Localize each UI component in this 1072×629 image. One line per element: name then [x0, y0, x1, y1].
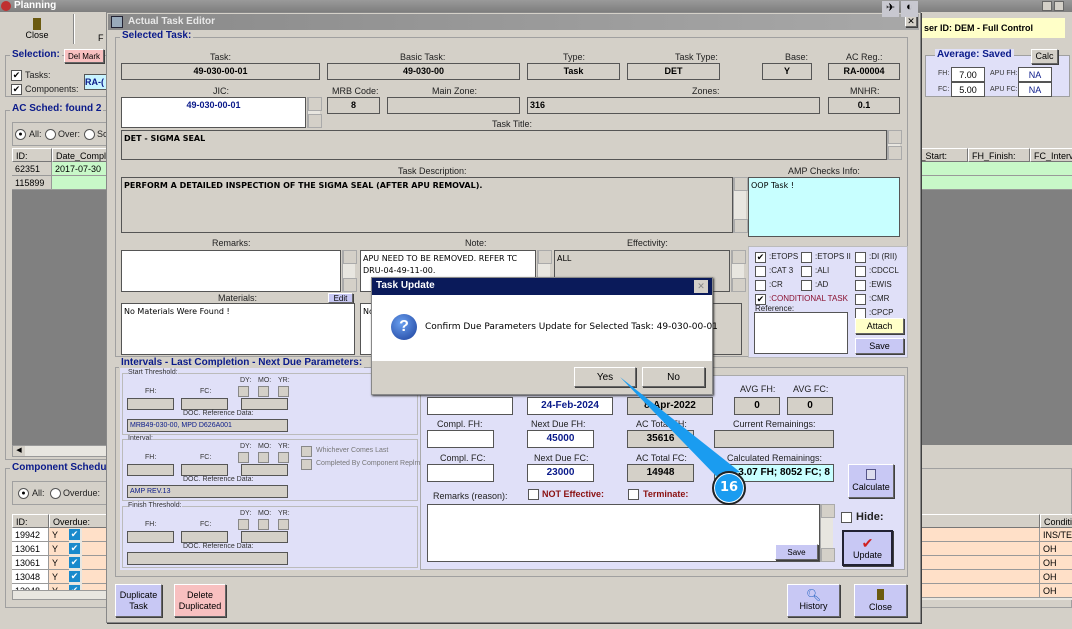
annotation-wedge [620, 377, 740, 476]
step-badge: 16 [712, 471, 746, 505]
step-annotation-pointer [620, 377, 740, 476]
